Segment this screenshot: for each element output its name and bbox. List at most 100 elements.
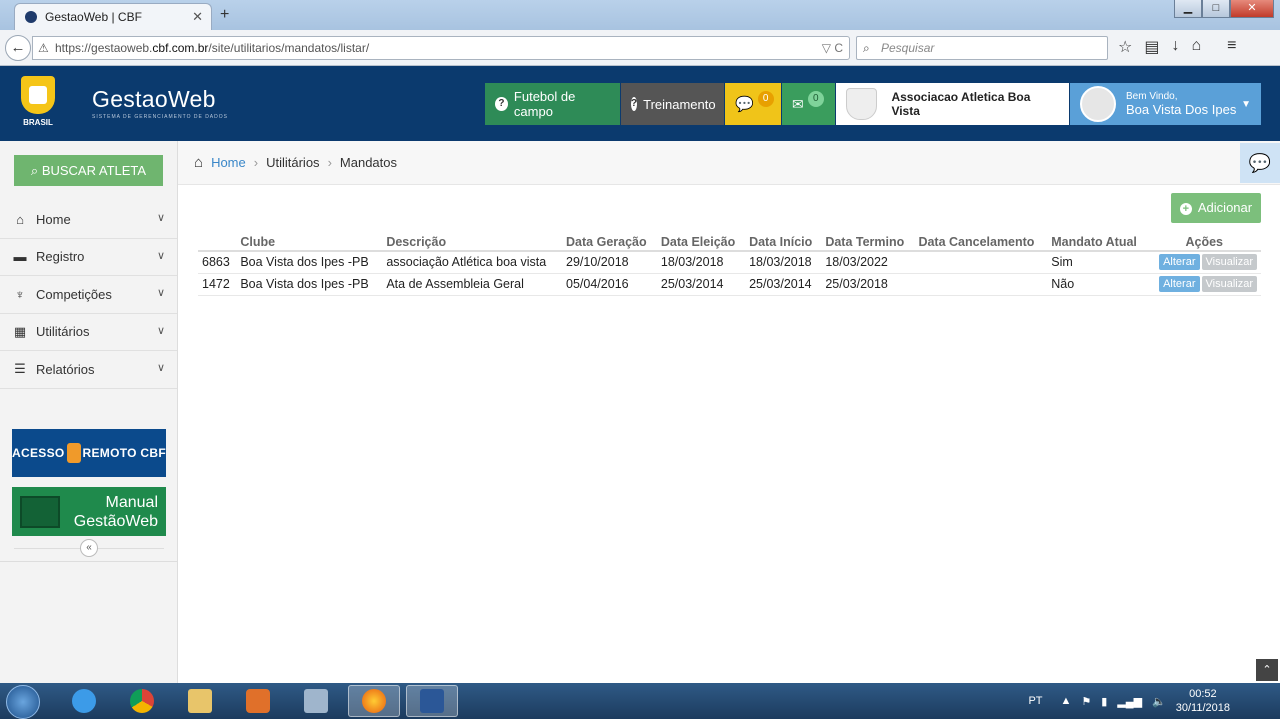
reload-icon[interactable]: ▽ C [822, 37, 843, 59]
chevron-down-icon: ∨ [156, 212, 165, 224]
clock[interactable]: 00:52 30/11/2018 [1176, 687, 1230, 715]
power-icon[interactable]: ▮ [1101, 695, 1107, 708]
search-input[interactable]: ⌕ Pesquisar [856, 36, 1108, 60]
col-data-eleicao[interactable]: Data Eleição [656, 233, 746, 252]
acesso-label-b: REMOTO CBF [82, 446, 166, 460]
col-mandato-atual[interactable]: Mandato Atual [1047, 233, 1148, 252]
breadcrumb-home[interactable]: Home [211, 155, 246, 170]
col-clube[interactable]: Clube [236, 233, 383, 252]
home-icon[interactable]: ⌂ [1191, 37, 1201, 57]
maximize-button[interactable]: □ [1202, 0, 1230, 18]
flag-icon[interactable]: ⚑ [1081, 695, 1091, 708]
club-selector[interactable]: Associacao Atletica Boa Vista [836, 83, 1069, 125]
search-placeholder: Pesquisar [881, 41, 935, 55]
treinamento-button[interactable]: ? Treinamento [621, 83, 724, 125]
question-icon: ? [495, 97, 508, 111]
visualizar-button[interactable]: Visualizar [1201, 254, 1257, 271]
download-icon[interactable]: ↓ [1171, 37, 1179, 57]
list-icon: ☰ [14, 361, 26, 377]
language-indicator[interactable]: PT [1028, 695, 1042, 707]
cell-data-eleicao: 25/03/2014 [656, 273, 746, 296]
home-icon: ⌂ [16, 211, 24, 227]
sidebar-item-label: Registro [36, 249, 85, 265]
brand-subtitle: SISTEMA DE GERENCIAMENTO DE DADOS [92, 114, 228, 120]
sidebar-item-label: Home [36, 211, 71, 227]
alterar-button[interactable]: Alterar [1159, 254, 1200, 271]
acesso-remoto-banner[interactable]: ACESSO REMOTO CBF [12, 429, 166, 477]
browser-tab[interactable]: GestaoWeb | CBF ✕ [14, 3, 212, 30]
taskbar-explorer[interactable] [174, 685, 226, 717]
taskbar-ie[interactable] [58, 685, 110, 717]
taskbar-keyboard[interactable] [290, 685, 342, 717]
alterar-button[interactable]: Alterar [1159, 276, 1200, 292]
sidebar-item-relatorios[interactable]: ☰ Relatórios ∨ [0, 351, 177, 389]
word-icon [420, 689, 444, 713]
col-descricao[interactable]: Descrição [382, 233, 563, 252]
sms-count-badge: 0 [757, 91, 774, 107]
breadcrumb-utilitarios[interactable]: Utilitários [266, 155, 319, 170]
url-bar[interactable]: ⚠ https://gestaoweb.cbf.com.br/site/util… [32, 36, 850, 60]
sidebar-item-registro[interactable]: ▬ Registro ∨ [0, 239, 177, 276]
avatar [1080, 86, 1116, 122]
volume-icon[interactable]: 🔈 [1152, 695, 1166, 708]
cell-id: 6863 [198, 251, 237, 274]
cell-data-geracao: 29/10/2018 [562, 251, 657, 274]
add-button[interactable]: + Adicionar [1171, 193, 1261, 223]
col-data-termino[interactable]: Data Termino [821, 233, 915, 252]
breadcrumb: ⌂ Home › Utilitários › Mandatos [178, 141, 1280, 185]
chat-icon[interactable]: 💬 [1240, 143, 1280, 183]
folder-icon [188, 689, 212, 713]
cbf-logo[interactable]: BRASIL [20, 76, 56, 132]
taskbar-word[interactable] [406, 685, 458, 717]
cell-data-cancelamento [914, 251, 1048, 274]
tray-expand-icon[interactable]: ▲ [1061, 695, 1072, 707]
manual-banner[interactable]: Manual GestãoWeb [12, 487, 166, 536]
search-icon: ⌕ [863, 41, 870, 55]
logo-text: BRASIL [23, 118, 53, 127]
close-window-button[interactable]: ✕ [1230, 0, 1274, 18]
taskbar-media[interactable] [232, 685, 284, 717]
plus-icon: + [1179, 203, 1192, 215]
taskbar-chrome[interactable] [116, 685, 168, 717]
collapse-sidebar-button[interactable]: « [80, 539, 98, 557]
scroll-top-button[interactable]: ⌃ [1256, 659, 1278, 681]
new-tab-button[interactable]: + [220, 6, 229, 24]
minimize-button[interactable]: ▁ [1174, 0, 1202, 18]
brand-title: GestaoWeb SISTEMA DE GERENCIAMENTO DE DA… [92, 86, 228, 120]
col-data-inicio[interactable]: Data Início [745, 233, 822, 252]
sms-button[interactable]: 💬 0 [725, 83, 781, 125]
sidebar-item-utilitarios[interactable]: ▦ Utilitários ∨ [0, 314, 177, 351]
chrome-icon [130, 689, 154, 713]
taskbar: PT ▲ ⚑ ▮ ▂▄▆ 🔈 00:52 30/11/2018 [0, 683, 1280, 719]
messages-button[interactable]: ✉ 0 [782, 83, 835, 125]
manual-line-1: Manual [105, 494, 158, 511]
close-tab-icon[interactable]: ✕ [192, 9, 203, 25]
start-button[interactable] [6, 685, 40, 719]
col-data-cancelamento[interactable]: Data Cancelamento [914, 233, 1048, 252]
reader-icon[interactable]: ▤ [1144, 37, 1159, 57]
menu-icon[interactable]: ≡ [1227, 37, 1236, 57]
user-name: Boa Vista Dos Ipes [1126, 102, 1237, 117]
back-button[interactable]: ← [5, 35, 31, 61]
book-icon [20, 496, 60, 528]
user-menu[interactable]: Bem Vindo, Boa Vista Dos Ipes ▼ [1070, 83, 1261, 125]
remote-signal-icon [66, 443, 81, 463]
sidebar-item-home[interactable]: ⌂ Home ∨ [0, 201, 177, 239]
bookmark-star-icon[interactable]: ☆ [1118, 37, 1132, 57]
cell-data-inicio: 18/03/2018 [745, 251, 822, 274]
col-acoes: Ações [1147, 233, 1261, 252]
futebol-button[interactable]: ? Futebol de campo [485, 83, 620, 125]
visualizar-button[interactable]: Visualizar [1201, 276, 1257, 292]
system-tray: PT ▲ ⚑ ▮ ▂▄▆ 🔈 00:52 30/11/2018 [1028, 683, 1280, 719]
col-data-geracao[interactable]: Data Geração [562, 233, 657, 252]
futebol-label: Futebol de campo [513, 89, 576, 119]
url-prefix: https://gestaoweb. [55, 41, 153, 55]
network-icon[interactable]: ▂▄▆ [1117, 695, 1142, 708]
buscar-atleta-button[interactable]: ⌕ BUSCAR ATLETA [14, 155, 163, 186]
warning-icon: ⚠ [38, 41, 49, 55]
table-row: 1472 Boa Vista dos Ipes -PB Ata de Assem… [198, 273, 1261, 296]
keyboard-icon [304, 689, 328, 713]
media-player-icon [246, 689, 270, 713]
sidebar-item-competicoes[interactable]: ♆ Competições ∨ [0, 276, 177, 314]
taskbar-firefox[interactable] [348, 685, 400, 717]
